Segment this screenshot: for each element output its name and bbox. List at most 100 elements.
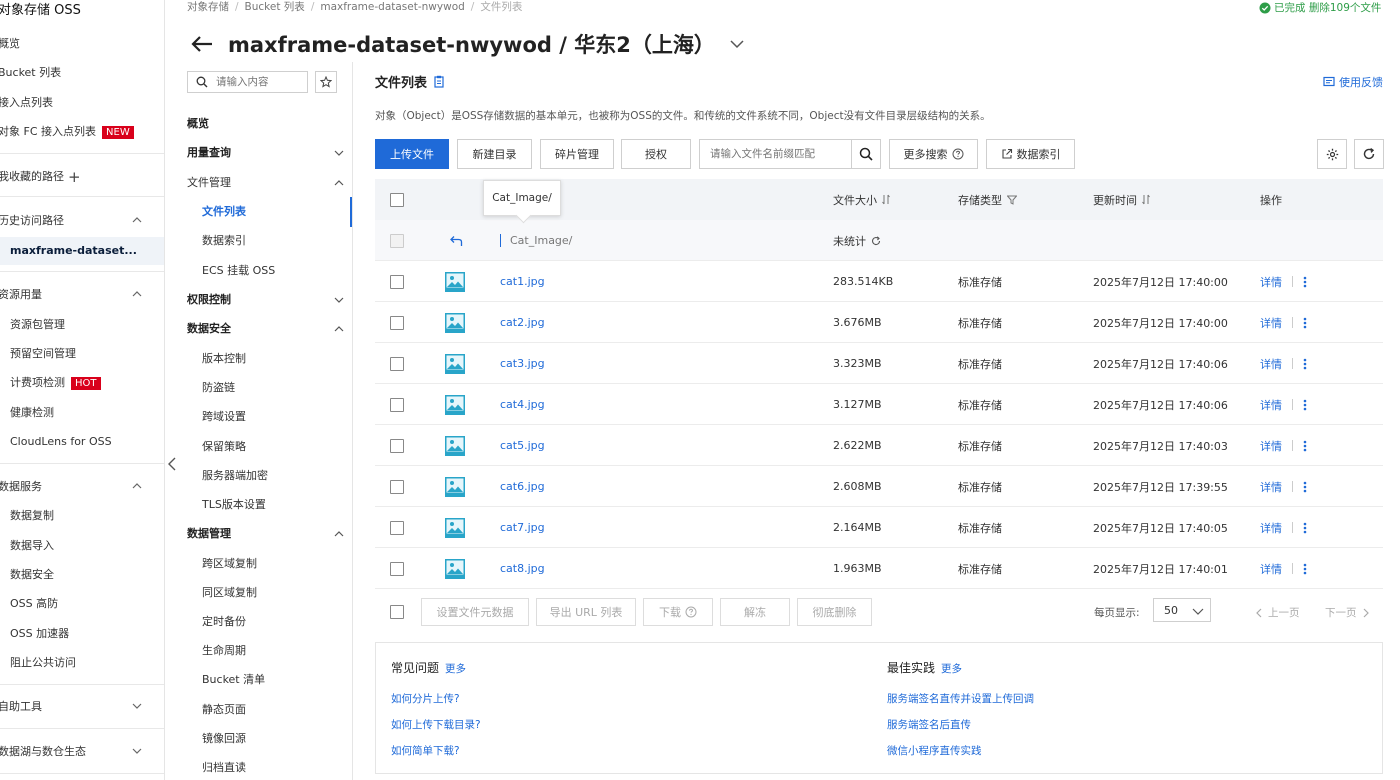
nav-data-import[interactable]: 数据导入 [0,533,164,559]
nav-overview[interactable]: 概览 [0,31,163,57]
bucket-nav-search[interactable] [187,71,308,93]
next-page-button[interactable]: 下一页 [1325,605,1370,620]
secnav-hotlink[interactable]: 防盗链 [202,376,367,400]
nav-cloudlens[interactable]: CloudLens for OSS [0,429,164,455]
row-checkbox[interactable] [390,479,404,494]
header-updated[interactable]: 更新时间 [1093,179,1150,220]
refresh-button[interactable] [1354,139,1384,169]
details-link[interactable]: 详情 [1260,315,1282,331]
secnav-same-region[interactable]: 同区域复制 [202,581,367,605]
file-name-link[interactable]: cat1.jpg [500,261,545,302]
table-row[interactable]: cat6.jpg 2.608MB 标准存储 2025年7月12日 17:39:5… [375,466,1383,507]
authorize-button[interactable]: 授权 [621,139,691,169]
file-name-link[interactable]: cat4.jpg [500,384,545,425]
refresh-icon[interactable] [871,235,881,246]
secnav-static-page[interactable]: 静态页面 [202,698,367,722]
details-link[interactable]: 详情 [1260,274,1282,290]
chevron-down-icon[interactable] [729,38,745,50]
more-vertical-icon[interactable] [1303,317,1307,329]
details-link[interactable]: 详情 [1260,561,1282,577]
best-practice-link[interactable]: 微信小程序直传实践 [887,743,982,758]
details-link[interactable]: 详情 [1260,479,1282,495]
nav-resource-usage[interactable]: 资源用量 [0,282,163,308]
details-link[interactable]: 详情 [1260,438,1282,454]
nav-data-replication[interactable]: 数据复制 [0,503,164,529]
download-button[interactable]: 下载 [643,598,713,626]
feedback-link[interactable]: 使用反馈 [1323,74,1383,90]
header-storage[interactable]: 存储类型 [958,179,1017,220]
export-url-button[interactable]: 导出 URL 列表 [536,598,636,626]
secnav-tls[interactable]: TLS版本设置 [202,493,367,517]
secnav-inventory[interactable]: Bucket 清单 [202,668,367,692]
row-checkbox[interactable] [390,520,404,535]
header-size[interactable]: 文件大小 [833,179,890,220]
back-arrow-icon[interactable] [190,34,214,54]
return-arrow-icon[interactable] [449,235,463,247]
secnav-file-management[interactable]: 文件管理 [187,171,352,195]
file-name-link[interactable]: cat5.jpg [500,425,545,466]
favorite-button[interactable] [315,71,337,93]
row-checkbox[interactable] [390,315,404,330]
secnav-versioning[interactable]: 版本控制 [202,347,367,371]
more-vertical-icon[interactable] [1303,276,1307,288]
more-search-button[interactable]: 更多搜索 [889,139,978,169]
set-metadata-button[interactable]: 设置文件元数据 [421,598,529,626]
nav-oss-accelerator[interactable]: OSS 加速器 [0,621,164,647]
settings-button[interactable] [1317,139,1347,169]
nav-access-points[interactable]: 接入点列表 [0,90,163,116]
secnav-lifecycle[interactable]: 生命周期 [202,639,367,663]
nav-bucket-list[interactable]: Bucket 列表 [0,60,163,86]
row-checkbox[interactable] [390,356,404,371]
nav-data-services[interactable]: 数据服务 [0,474,163,500]
permanent-delete-button[interactable]: 彻底删除 [797,598,872,626]
nav-self-service[interactable]: 自助工具 [0,694,163,720]
table-row[interactable]: cat5.jpg 2.622MB 标准存储 2025年7月12日 17:40:0… [375,425,1383,466]
secnav-backup[interactable]: 定时备份 [202,610,367,634]
best-practice-more-link[interactable]: 更多 [941,661,962,676]
upload-button[interactable]: 上传文件 [375,139,449,169]
file-search-button[interactable] [851,139,881,169]
data-index-button[interactable]: 数据索引 [986,139,1075,169]
secnav-data-security[interactable]: 数据安全 [187,317,352,341]
nav-reserved-space[interactable]: 预留空间管理 [0,341,164,367]
prev-page-button[interactable]: 上一页 [1255,605,1300,620]
nav-datalake[interactable]: 数据湖与数仓生态 [0,739,163,765]
file-name-link[interactable]: cat3.jpg [500,343,545,384]
secnav-cross-region[interactable]: 跨区域复制 [202,552,367,576]
file-name-link[interactable]: cat7.jpg [500,507,545,548]
breadcrumb-bucket-list[interactable]: Bucket 列表 [245,1,305,13]
nav-oss-ddos[interactable]: OSS 高防 [0,591,164,617]
nav-health-check[interactable]: 健康检测 [0,400,164,426]
secnav-overview[interactable]: 概览 [187,112,352,136]
more-vertical-icon[interactable] [1303,563,1307,575]
row-checkbox[interactable] [390,438,404,453]
nav-block-public[interactable]: 阻止公共访问 [0,650,164,676]
secnav-cors[interactable]: 跨域设置 [202,405,367,429]
breadcrumb-bucket[interactable]: maxframe-dataset-nwywod [320,1,464,13]
secnav-data-index[interactable]: 数据索引 [202,229,367,253]
more-vertical-icon[interactable] [1303,481,1307,493]
secnav-permissions[interactable]: 权限控制 [187,288,352,312]
bulk-select-checkbox[interactable] [390,605,404,619]
file-search-input[interactable] [710,148,850,160]
best-practice-link[interactable]: 服务端签名后直传 [887,717,971,732]
clipboard-icon[interactable] [433,75,445,88]
table-row[interactable]: cat2.jpg 3.676MB 标准存储 2025年7月12日 17:40:0… [375,302,1383,343]
more-vertical-icon[interactable] [1303,522,1307,534]
faq-link[interactable]: 如何上传下载目录? [391,717,481,732]
faq-link[interactable]: 如何简单下载? [391,743,460,758]
nav-billing-detect[interactable]: 计费项检测 HOT [0,370,164,396]
nav-data-security[interactable]: 数据安全 [0,562,164,588]
secnav-usage[interactable]: 用量查询 [187,141,352,165]
secnav-retention[interactable]: 保留策略 [202,435,367,459]
faq-more-link[interactable]: 更多 [445,661,466,676]
secnav-encryption[interactable]: 服务器端加密 [202,464,367,488]
nav-resource-package[interactable]: 资源包管理 [0,312,164,338]
row-checkbox[interactable] [390,561,404,576]
bucket-nav-search-input[interactable] [216,76,306,88]
details-link[interactable]: 详情 [1260,397,1282,413]
secnav-archive-read[interactable]: 归档直读 [202,756,367,780]
more-vertical-icon[interactable] [1303,399,1307,411]
breadcrumb-oss[interactable]: 对象存储 [187,1,229,13]
secnav-mirror[interactable]: 镜像回源 [202,727,367,751]
